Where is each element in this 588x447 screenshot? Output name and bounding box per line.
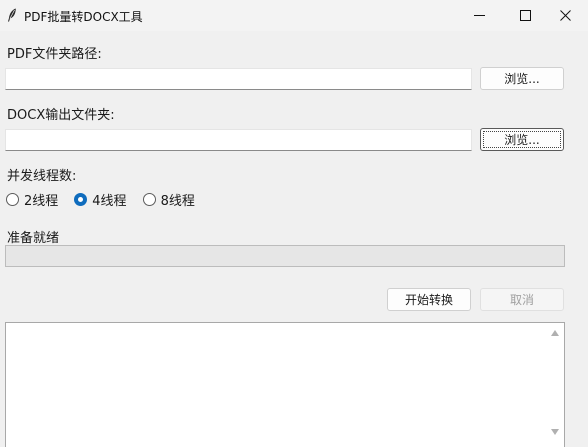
radio-label: 2线程: [24, 193, 59, 209]
feather-icon: [8, 8, 16, 22]
docx-folder-label: DOCX输出文件夹:: [7, 108, 115, 123]
docx-folder-input[interactable]: [5, 129, 472, 151]
radio-button-icon: [142, 192, 156, 206]
maximize-icon: [519, 10, 531, 21]
close-icon: [559, 10, 571, 21]
pdf-browse-button[interactable]: 浏览...: [480, 67, 564, 90]
radio-2-threads[interactable]: 2线程: [6, 190, 58, 209]
close-button[interactable]: [542, 0, 588, 31]
app-window: PDF批量转DOCX工具 PDF文件夹路径: 浏览... DOCX输出文件夹: …: [0, 0, 588, 447]
scroll-down-arrow-icon[interactable]: [551, 429, 559, 435]
minimize-button[interactable]: [456, 0, 502, 31]
radio-button-selected-icon: [74, 192, 88, 206]
pdf-folder-label: PDF文件夹路径:: [7, 47, 102, 62]
radio-label: 8线程: [160, 193, 195, 209]
status-text: 准备就绪: [7, 231, 60, 246]
threads-radio-group: 2线程 4线程 8线程: [6, 190, 211, 209]
scroll-up-arrow-icon[interactable]: [551, 330, 559, 336]
start-convert-button[interactable]: 开始转换: [387, 288, 471, 311]
radio-4-threads[interactable]: 4线程: [74, 190, 127, 209]
log-textarea[interactable]: [5, 322, 565, 447]
pdf-folder-input[interactable]: [5, 68, 472, 90]
title-bar[interactable]: PDF批量转DOCX工具: [0, 0, 588, 31]
minimize-icon: [473, 15, 485, 16]
threads-label: 并发线程数:: [7, 169, 77, 184]
radio-8-threads[interactable]: 8线程: [142, 190, 195, 209]
cancel-button[interactable]: 取消: [480, 288, 564, 311]
progress-bar: [5, 245, 565, 267]
window-title: PDF批量转DOCX工具: [24, 10, 143, 24]
docx-browse-button[interactable]: 浏览...: [480, 128, 564, 151]
radio-label: 4线程: [92, 193, 127, 209]
radio-button-icon: [6, 192, 19, 206]
vertical-scrollbar[interactable]: [547, 323, 564, 447]
